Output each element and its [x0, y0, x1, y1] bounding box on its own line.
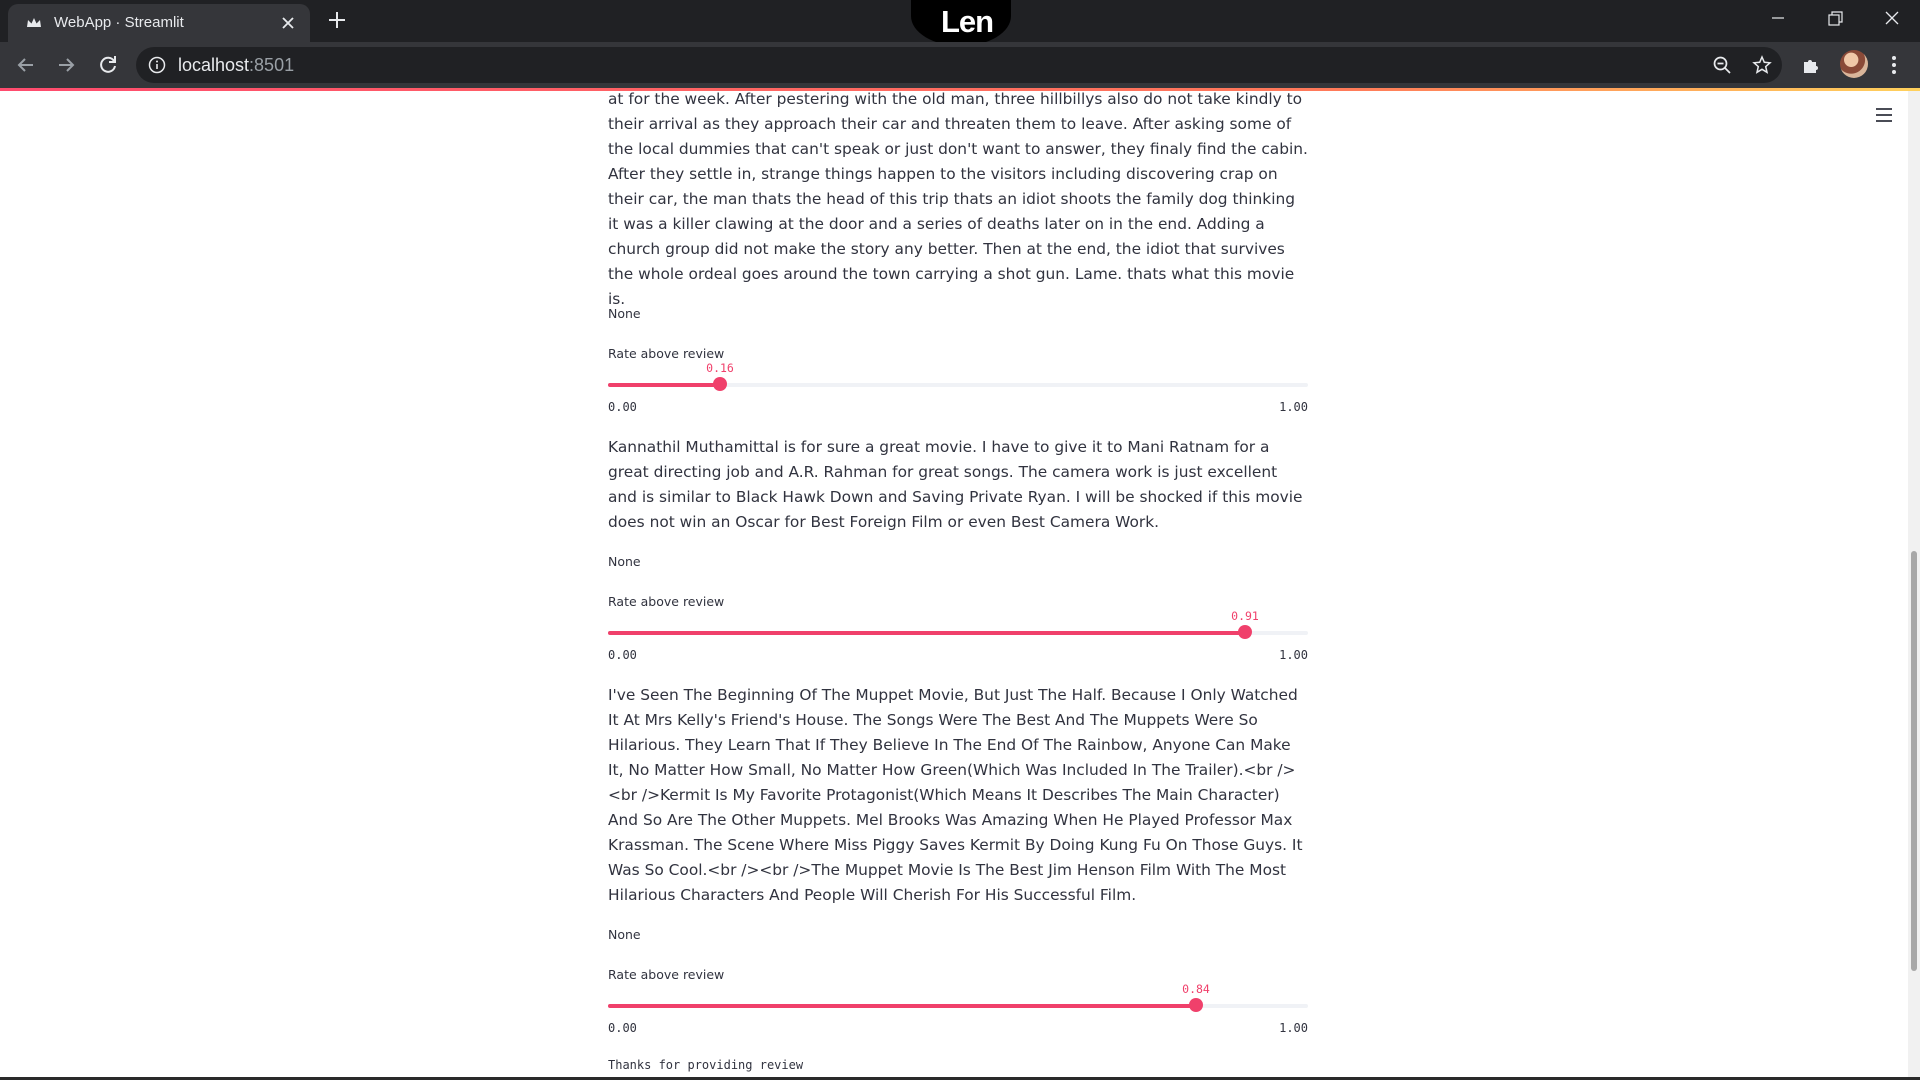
slider-max: 1.00 [1279, 1021, 1308, 1035]
review-output: None [608, 927, 641, 942]
browser-tab[interactable]: WebApp · Streamlit [8, 4, 310, 42]
slider-label: Rate above review [608, 967, 725, 982]
scrollbar-thumb[interactable] [1911, 551, 1917, 971]
rating-slider[interactable]: Rate above review 0.84 0.00 1.00 [608, 967, 1308, 1047]
slider-fill [608, 383, 720, 387]
arrow-right-icon[interactable] [54, 53, 78, 77]
restore-icon[interactable] [1806, 0, 1862, 40]
slider-min: 0.00 [608, 400, 637, 414]
slider-min: 0.00 [608, 648, 637, 662]
url-host: localhost [178, 55, 250, 75]
close-icon[interactable] [1864, 0, 1920, 40]
avatar[interactable] [1840, 50, 1868, 78]
slider-min: 0.00 [608, 1021, 637, 1035]
lens-overlay: Len [911, 0, 1011, 46]
close-icon[interactable] [278, 13, 298, 33]
thanks-message: Thanks for providing review [608, 1058, 804, 1072]
star-icon[interactable] [1752, 55, 1772, 75]
rating-slider[interactable]: Rate above review 0.16 0.00 1.00 [608, 346, 1308, 426]
url-text: localhost:8501 [178, 55, 294, 76]
slider-value: 0.91 [1231, 609, 1259, 623]
info-icon[interactable] [148, 56, 166, 74]
app-page: at for the week. After pestering with th… [0, 91, 1920, 1080]
reload-icon[interactable] [96, 53, 120, 77]
slider-thumb[interactable] [713, 377, 727, 391]
review-text: Kannathil Muthamittal is for sure a grea… [608, 438, 1303, 531]
slider-value: 0.16 [706, 361, 734, 375]
rating-slider[interactable]: Rate above review 0.91 0.00 1.00 [608, 594, 1308, 674]
slider-thumb[interactable] [1189, 998, 1203, 1012]
tab-strip: WebApp · Streamlit Len [0, 0, 1920, 46]
slider-label: Rate above review [608, 346, 725, 361]
review-text: I've Seen The Beginning Of The Muppet Mo… [608, 686, 1303, 904]
address-bar[interactable]: localhost:8501 [136, 47, 1782, 83]
slider-fill [608, 631, 1245, 635]
slider-label: Rate above review [608, 594, 725, 609]
slider-max: 1.00 [1279, 648, 1308, 662]
arrow-left-icon[interactable] [14, 53, 38, 77]
slider-max: 1.00 [1279, 400, 1308, 414]
url-port: :8501 [249, 55, 295, 75]
minimize-icon[interactable] [1750, 0, 1806, 40]
plus-icon[interactable] [326, 9, 348, 31]
kebab-menu-icon[interactable] [1882, 53, 1906, 77]
review-output: None [608, 306, 641, 321]
hamburger-icon[interactable] [1874, 107, 1894, 123]
review-output: None [608, 554, 641, 569]
review-text: at for the week. After pestering with th… [608, 91, 1308, 308]
slider-track[interactable] [608, 631, 1308, 635]
streamlit-crown-icon [27, 18, 41, 27]
slider-value: 0.84 [1182, 982, 1210, 996]
browser-toolbar: localhost:8501 [0, 42, 1920, 88]
slider-fill [608, 1004, 1196, 1008]
puzzle-icon[interactable] [1800, 53, 1824, 77]
tab-title: WebApp · Streamlit [54, 14, 184, 31]
scrollbar[interactable] [1908, 91, 1920, 1080]
overlay-text: Len [941, 4, 994, 39]
zoom-out-icon[interactable] [1712, 55, 1732, 75]
slider-track[interactable] [608, 1004, 1308, 1008]
slider-thumb[interactable] [1238, 625, 1252, 639]
